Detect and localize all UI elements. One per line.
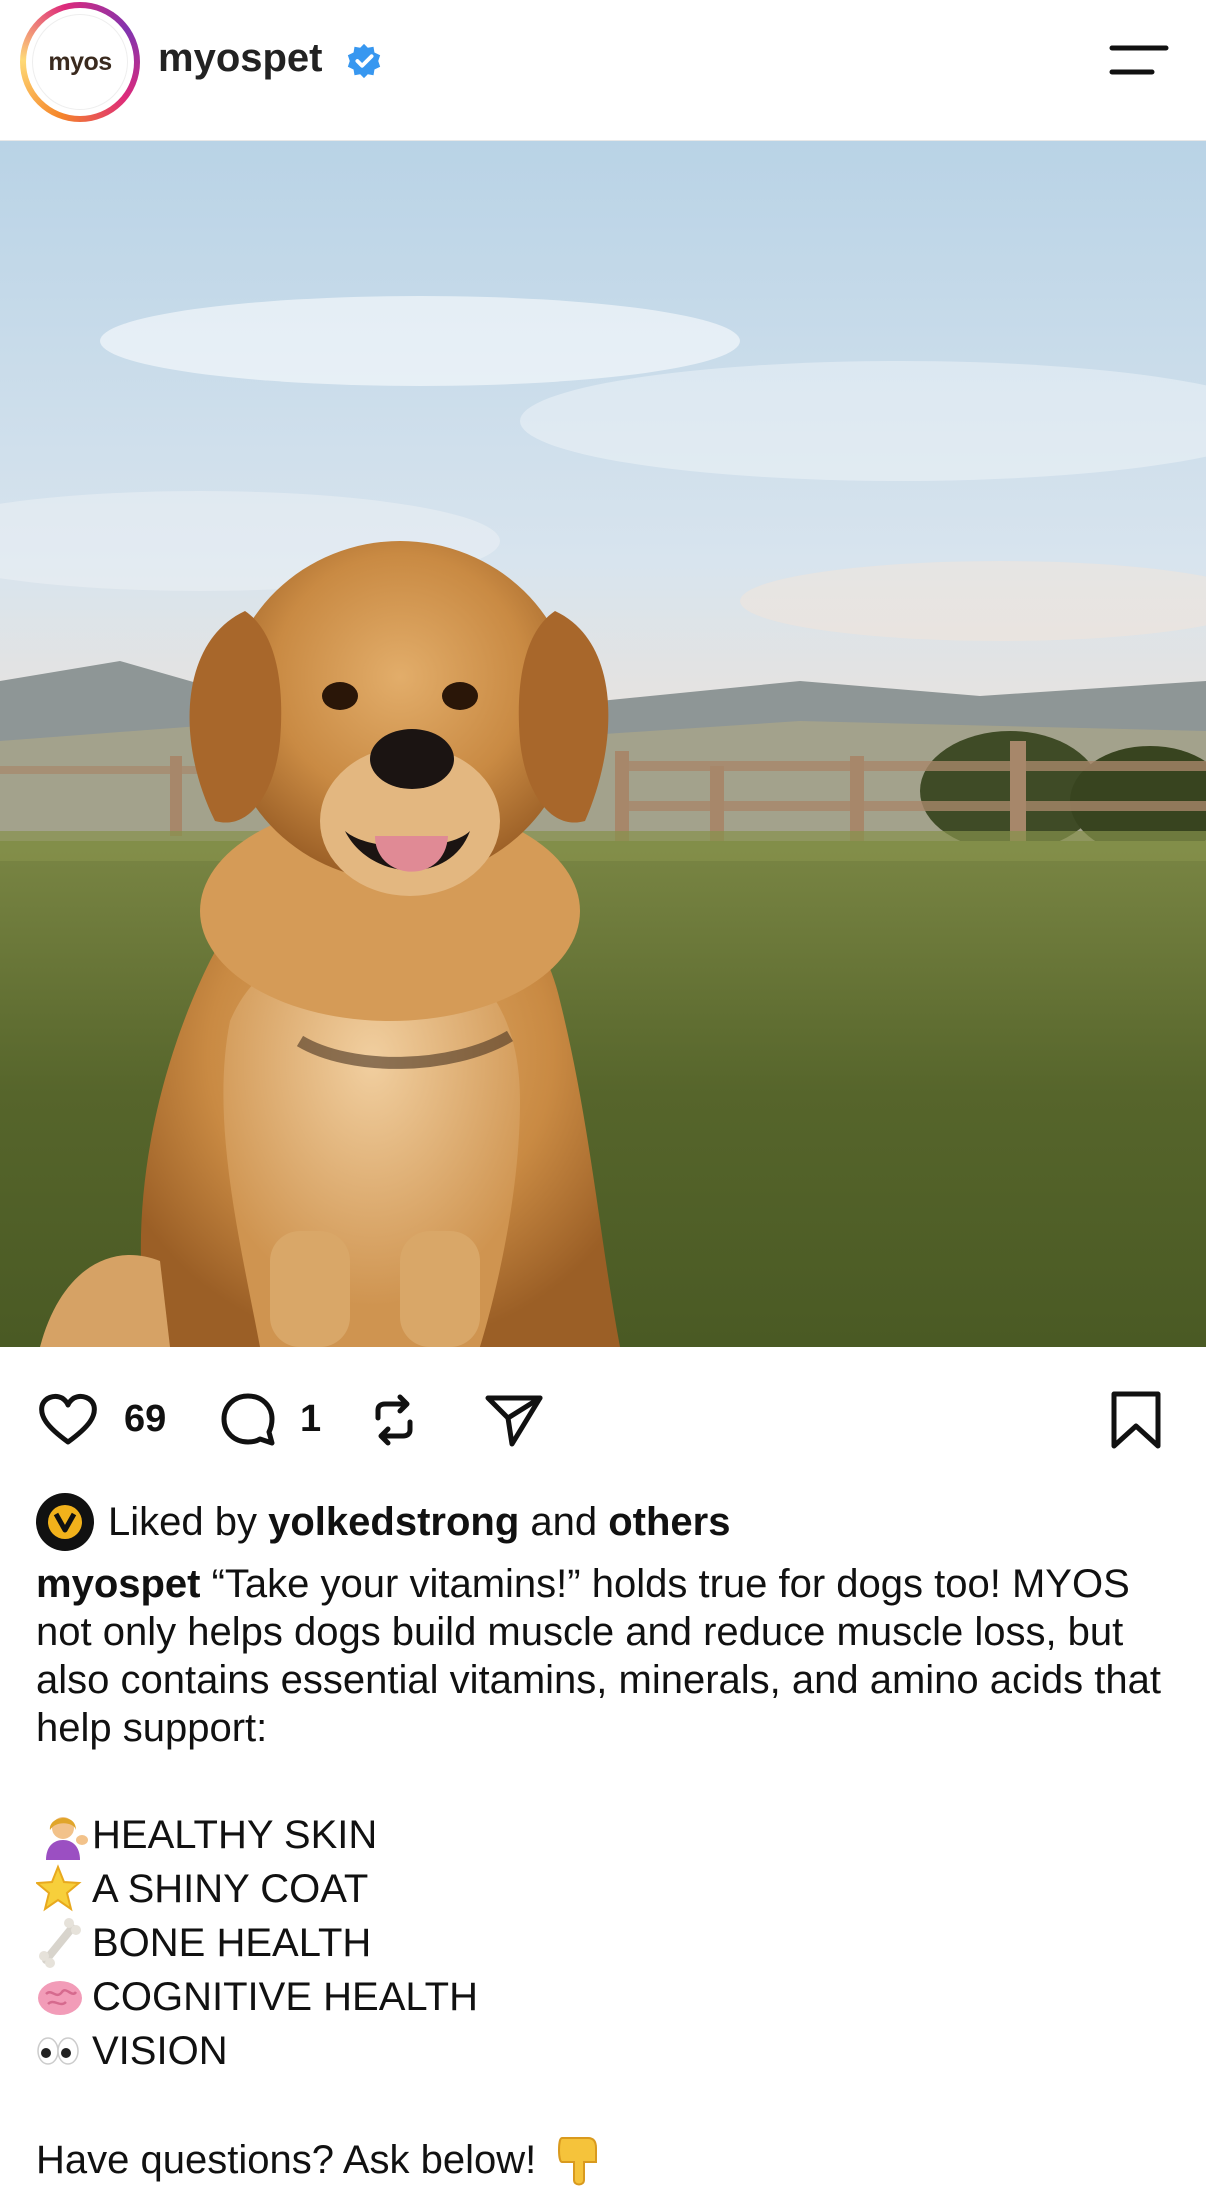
verified-badge-icon [347, 43, 381, 79]
list-item: COGNITIVE HEALTH [36, 1970, 1176, 2024]
list-item: BONE HEALTH [36, 1916, 1176, 1970]
list-item-label: BONE HEALTH [92, 1920, 372, 1965]
menu-icon[interactable] [1108, 40, 1170, 80]
list-item: HEALTHY SKIN [36, 1808, 1176, 1862]
caption-text: “Take your vitamins!” holds true for dog… [36, 1562, 1161, 1750]
bookmark-icon[interactable] [1104, 1388, 1168, 1452]
avatar[interactable]: myos [20, 2, 140, 122]
questions-text: Have questions? Ask below! [36, 2137, 537, 2182]
like-count[interactable]: 69 [124, 1398, 166, 1441]
heart-icon[interactable] [36, 1388, 100, 1452]
bone-emoji [39, 1918, 81, 1968]
list-item: VISION [36, 2024, 1176, 2078]
list-item-label: COGNITIVE HEALTH [92, 1974, 478, 2019]
liked-by-others[interactable]: others [608, 1500, 730, 1545]
action-bar: 69 1 [0, 1380, 1206, 1460]
caption: myospet “Take your vitamins!” holds true… [36, 1560, 1176, 1752]
dog-photo [0, 141, 1206, 1347]
caption-username[interactable]: myospet [36, 1562, 201, 1606]
list-item-label: HEALTHY SKIN [92, 1812, 378, 1857]
liked-by: Liked by yolkedstrong and others [36, 1492, 1176, 1552]
username[interactable]: myospet [158, 36, 323, 81]
liked-by-prefix: Liked by [108, 1499, 269, 1544]
brain-emoji [38, 1981, 82, 2015]
avatar-logo: myos [32, 14, 128, 110]
liker-avatar[interactable] [36, 1493, 94, 1551]
list-item-label: VISION [92, 2028, 228, 2073]
liked-by-user[interactable]: yolkedstrong [268, 1500, 519, 1545]
liker-logo-icon [48, 1505, 82, 1539]
send-icon[interactable] [482, 1388, 546, 1452]
pointing-down-emoji [558, 2137, 598, 2186]
list-item: A SHINY COAT [36, 1862, 1176, 1916]
comment-icon[interactable] [216, 1388, 280, 1452]
post-image[interactable] [0, 141, 1206, 1347]
person-tipping-hand-emoji [46, 1817, 88, 1860]
benefits-list: HEALTHY SKIN A SHINY COAT BONE HEALTH CO… [36, 1808, 1176, 2078]
star-emoji [36, 1864, 82, 1912]
questions-line: Have questions? Ask below! [36, 2132, 1176, 2188]
list-item-label: A SHINY COAT [92, 1866, 369, 1911]
instagram-post: myos myospet 69 1 Liked by yolkedstrong … [0, 0, 1206, 2210]
post-header: myos myospet [0, 0, 1206, 141]
repost-icon[interactable] [362, 1388, 426, 1452]
eyes-emoji [37, 2037, 79, 2065]
liked-by-middle: and [519, 1499, 609, 1544]
comment-count[interactable]: 1 [300, 1398, 321, 1441]
